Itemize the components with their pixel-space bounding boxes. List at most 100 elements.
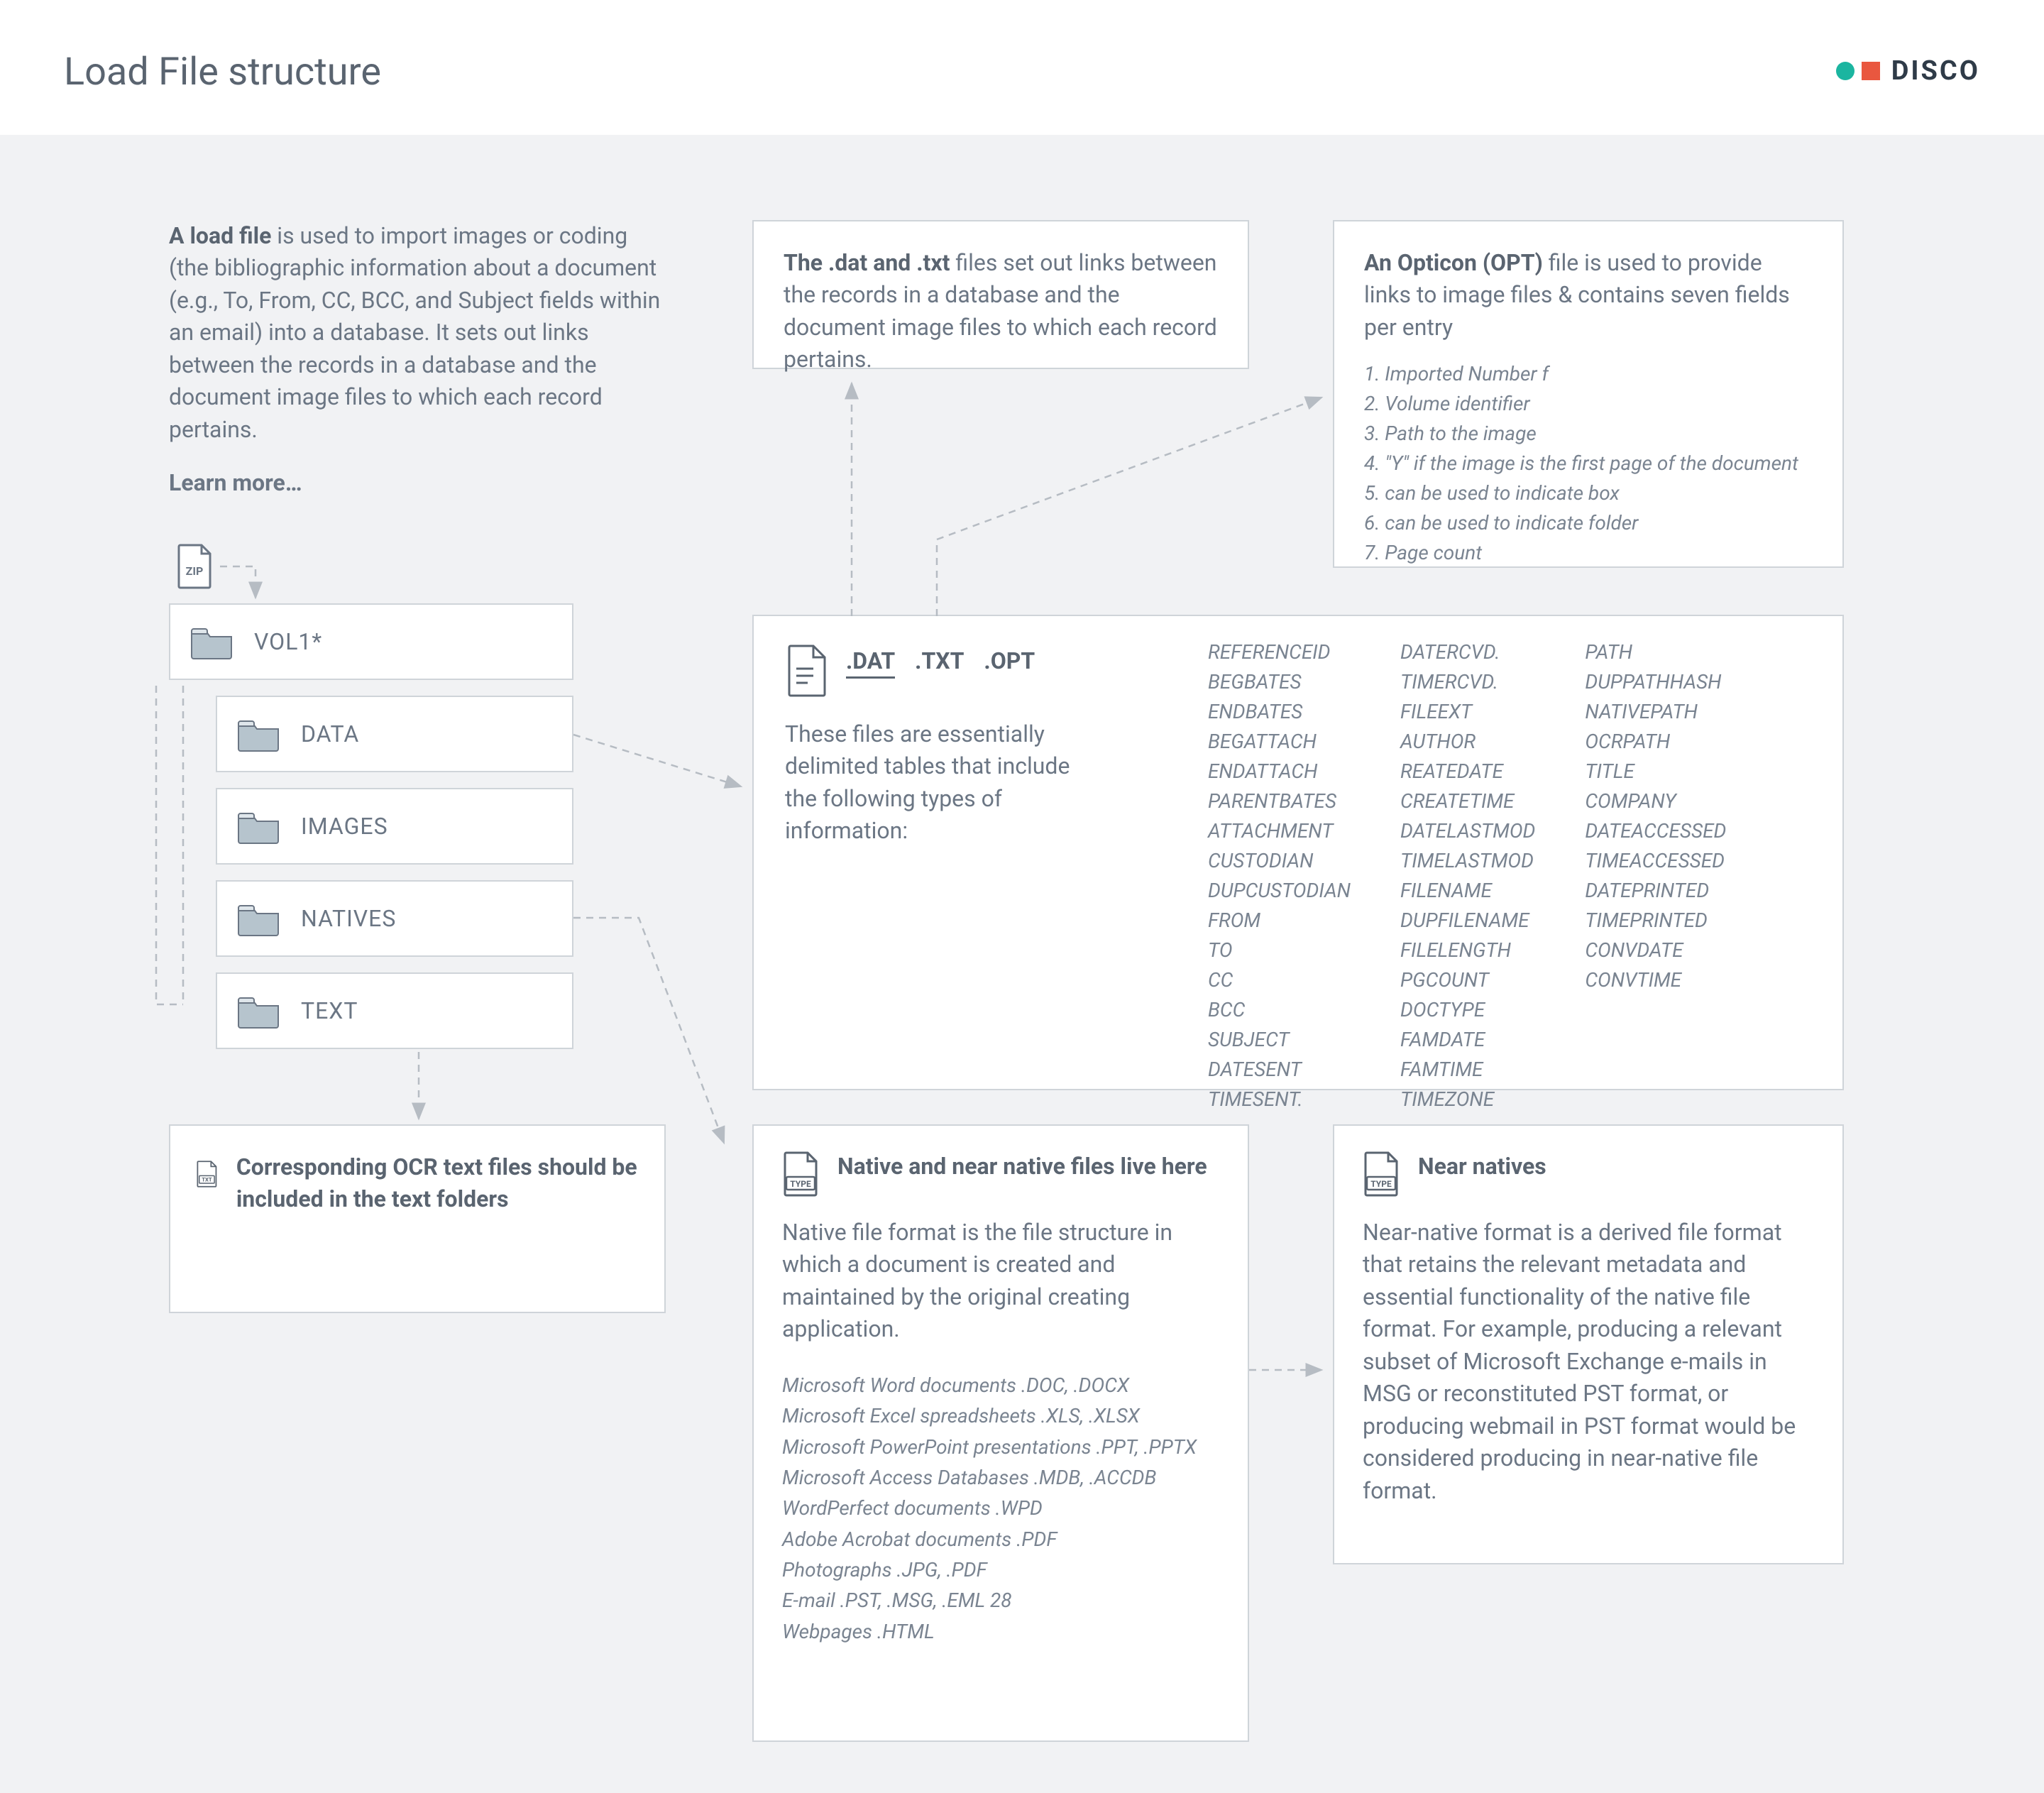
folder-natives-label: NATIVES [301,905,396,932]
opticon-explainer: An Opticon (OPT) file is used to provide… [1333,220,1844,568]
folder-data-label: DATA [301,720,359,747]
field-name: ENDATTACH [1208,757,1351,786]
folder-text: TEXT [216,972,573,1049]
native-format-item: WordPerfect documents .WPD [782,1493,1219,1523]
field-name: PARENTBATES [1208,786,1351,816]
field-name: DATERCVD. [1400,637,1535,667]
opticon-item: 1. Imported Number f [1364,359,1813,389]
field-name: TIMESENT. [1208,1085,1351,1114]
tab-dat[interactable]: .DAT [846,647,895,679]
tab-txt[interactable]: .TXT [915,647,964,679]
native-format-item: Photographs .JPG, .PDF [782,1555,1219,1585]
opticon-item: 7. Page count [1364,538,1813,568]
field-name: DATEACCESSED [1585,816,1726,846]
field-name: ENDBATES [1208,697,1351,727]
field-name: FAMTIME [1400,1055,1535,1085]
native-format-item: Adobe Acrobat documents .PDF [782,1524,1219,1555]
field-column-1: REFERENCEID BEGBATES ENDBATES BEGATTACH … [1208,637,1351,1114]
file-type-tabs: .DAT .TXT .OPT [846,647,1035,679]
field-name: TIMERCVD. [1400,667,1535,697]
field-columns: REFERENCEID BEGBATES ENDBATES BEGATTACH … [1208,637,1726,1114]
field-name: BEGBATES [1208,667,1351,697]
page-title: Load File structure [64,50,381,94]
field-name: CUSTODIAN [1208,846,1351,876]
type-file-icon: TYPE [1363,1151,1400,1197]
opticon-item: 4. "Y" if the image is the first page of… [1364,449,1813,478]
header: Load File structure DISCO [0,0,2044,135]
opticon-item: 6. can be used to indicate folder [1364,508,1813,538]
field-name: CONVTIME [1585,965,1726,995]
svg-text:TXT: TXT [202,1177,212,1183]
field-name: BEGATTACH [1208,727,1351,757]
folder-icon [236,808,281,844]
field-name: FAMDATE [1400,1025,1535,1055]
field-name: TO [1208,936,1351,965]
native-format-item: Webpages .HTML [782,1616,1219,1647]
svg-text:ZIP: ZIP [186,564,204,578]
native-description: Native file format is the file structure… [782,1217,1219,1346]
dat-explainer-bold: The .dat and .txt [784,249,950,276]
native-files-box: TYPE Native and near native files live h… [752,1124,1249,1742]
field-name: TIMELASTMOD [1400,846,1535,876]
field-name: BCC [1208,995,1351,1025]
folder-icon [189,624,234,659]
field-name: CONVDATE [1585,936,1726,965]
field-name: REFERENCEID [1208,637,1351,667]
field-name: DUPPATHHASH [1585,667,1726,697]
field-name: SUBJECT [1208,1025,1351,1055]
field-name: FILELENGTH [1400,936,1535,965]
field-name: DUPCUSTODIAN [1208,876,1351,906]
field-name: PGCOUNT [1400,965,1535,995]
intro-lead-rest: is used to import images or coding (the … [169,222,660,443]
native-format-list: Microsoft Word documents .DOC, .DOCX Mic… [782,1370,1219,1647]
native-format-item: Microsoft Word documents .DOC, .DOCX [782,1370,1219,1400]
intro-text: A load file is used to import images or … [169,220,666,446]
field-name: DATESENT [1208,1055,1351,1085]
zip-file-icon: ZIP [176,544,213,592]
field-name: AUTHOR [1400,727,1535,757]
field-name: NATIVEPATH [1585,697,1726,727]
field-name: TIMEZONE [1400,1085,1535,1114]
near-native-box: TYPE Near natives Near-native format is … [1333,1124,1844,1564]
delimited-table-panel: .DAT .TXT .OPT These files are essential… [752,615,1844,1090]
intro-lead-bold: A load file [169,222,271,249]
delim-description: These files are essentially delimited ta… [785,718,1090,848]
field-column-3: PATH DUPPATHHASH NATIVEPATH OCRPATH TITL… [1585,637,1726,1114]
field-name: PATH [1585,637,1726,667]
field-name: DATEPRINTED [1585,876,1726,906]
opticon-item: 3. Path to the image [1364,419,1813,449]
native-format-item: Microsoft PowerPoint presentations .PPT,… [782,1432,1219,1462]
native-format-item: Microsoft Excel spreadsheets .XLS, .XLSX [782,1400,1219,1431]
svg-text:TYPE: TYPE [1370,1179,1392,1189]
field-name: DOCTYPE [1400,995,1535,1025]
ocr-text: Corresponding OCR text files should be i… [236,1151,639,1216]
field-name: DATELASTMOD [1400,816,1535,846]
file-icon [785,645,828,697]
field-name: ATTACHMENT [1208,816,1351,846]
native-heading: Native and near native files live here [837,1151,1207,1182]
field-name: TIMEACCESSED [1585,846,1726,876]
tab-opt[interactable]: .OPT [984,647,1035,679]
opticon-field-list: 1. Imported Number f 2. Volume identifie… [1364,359,1813,568]
folder-icon [236,716,281,752]
svg-text:TYPE: TYPE [790,1179,811,1189]
folder-root-label: VOL1* [254,628,322,655]
folder-images-label: IMAGES [301,813,388,840]
brand-square-icon [1862,62,1880,80]
field-name: TITLE [1585,757,1726,786]
learn-more-link[interactable]: Learn more… [169,467,666,499]
folder-data: DATA [216,696,573,772]
folder-images: IMAGES [216,788,573,865]
folder-natives: NATIVES [216,880,573,957]
ocr-text-box: TXT Corresponding OCR text files should … [169,1124,666,1313]
opticon-item: 5. can be used to indicate box [1364,478,1813,508]
dat-txt-explainer: The .dat and .txt files set out links be… [752,220,1249,369]
folder-icon [236,901,281,936]
nearnative-description: Near-native format is a derived file for… [1363,1217,1814,1507]
canvas: A load file is used to import images or … [0,135,2044,1793]
brand-logo: DISCO [1836,55,1980,87]
field-name: DUPFILENAME [1400,906,1535,936]
field-name: OCRPATH [1585,727,1726,757]
field-name: COMPANY [1585,786,1726,816]
brand-text: DISCO [1891,55,1980,87]
